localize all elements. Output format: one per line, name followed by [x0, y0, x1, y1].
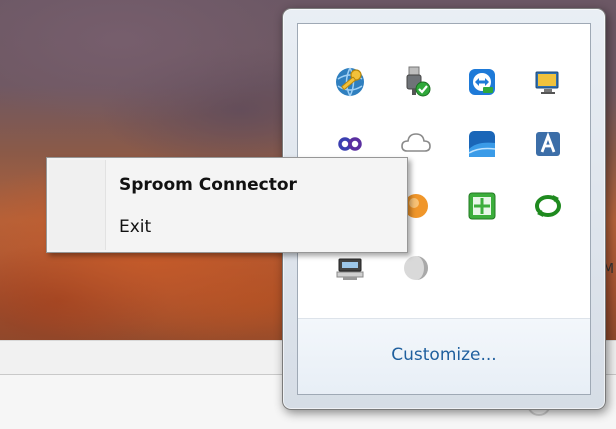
network-monitor-icon[interactable] [332, 250, 368, 286]
green-shield-icon[interactable] [464, 188, 500, 224]
customize-link[interactable]: Customize... [298, 345, 590, 365]
flyout-footer: Customize... [298, 318, 590, 394]
gray-circle-icon[interactable] [398, 250, 434, 286]
display-icon[interactable] [530, 64, 566, 100]
a-letter-icon[interactable] [530, 126, 566, 162]
key-globe-icon[interactable] [332, 64, 368, 100]
menu-item-exit[interactable]: Exit [119, 212, 151, 242]
teamviewer-icon[interactable] [464, 64, 500, 100]
green-sync-icon[interactable] [530, 188, 566, 224]
blue-wave-icon[interactable] [464, 126, 500, 162]
menu-item-sproom-connector[interactable]: Sproom Connector [119, 170, 297, 200]
usb-safely-remove-icon[interactable] [398, 64, 434, 100]
context-menu: Sproom Connector Exit [46, 157, 408, 253]
menu-icon-gutter [49, 160, 106, 250]
